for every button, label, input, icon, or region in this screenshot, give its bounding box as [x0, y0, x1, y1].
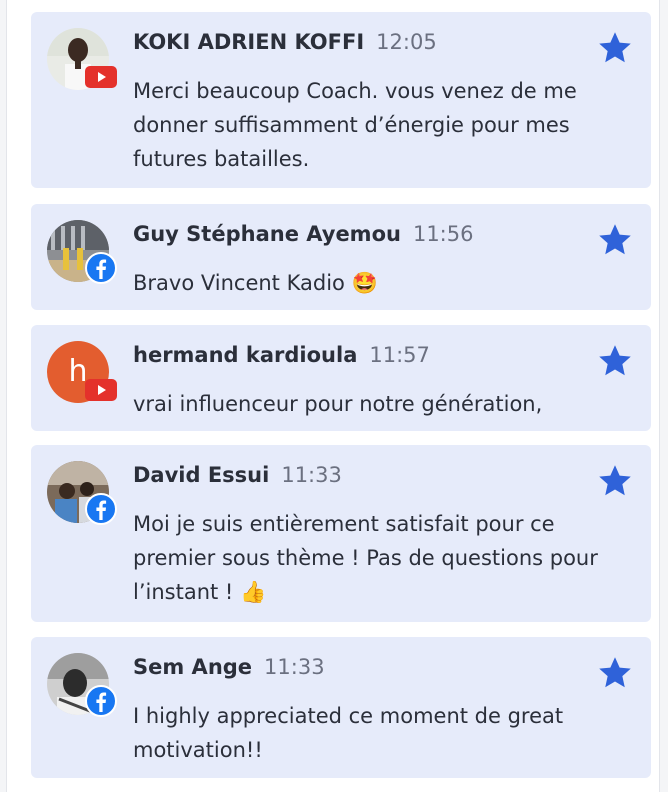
author-name: KOKI ADRIEN KOFFI: [133, 30, 365, 54]
comment-text: Bravo Vincent Kadio 🤩: [133, 271, 378, 295]
comment-author: David Essui 11:33: [133, 463, 342, 487]
star-icon[interactable]: [597, 30, 633, 66]
avatar: [47, 220, 117, 284]
facebook-icon: [85, 252, 117, 284]
facebook-icon: [85, 493, 117, 525]
avatar: [47, 461, 117, 525]
comment-text: Moi je suis entièrement satisfait pour c…: [133, 512, 598, 604]
author-name: Sem Ange: [133, 655, 253, 679]
comment-card[interactable]: h hermand kardioula 11:57 vrai influenceu…: [31, 325, 651, 431]
author-name: hermand kardioula: [133, 343, 358, 367]
author-name: David Essui: [133, 463, 270, 487]
comment-text: I highly appreciated ce moment de great …: [133, 704, 564, 762]
facebook-icon: [85, 685, 117, 717]
star-icon[interactable]: [597, 463, 633, 499]
avatar: h: [47, 341, 117, 403]
comment-author: Sem Ange 11:33: [133, 655, 325, 679]
comment-time: 11:33: [281, 463, 342, 487]
star-icon[interactable]: [597, 222, 633, 258]
comment-text: vrai influenceur pour notre génération,: [133, 392, 543, 416]
comment-text: Merci beaucoup Coach. vous venez de me d…: [133, 79, 577, 171]
comment-time: 11:56: [412, 222, 474, 246]
author-name: Guy Stéphane Ayemou: [133, 222, 401, 246]
comment-time: 11:33: [264, 655, 325, 679]
comment-author: hermand kardioula 11:57: [133, 343, 430, 367]
comment-time: 11:57: [369, 343, 430, 367]
avatar: [47, 653, 117, 717]
avatar: [47, 28, 117, 90]
star-icon[interactable]: [597, 655, 633, 691]
comments-panel: KOKI ADRIEN KOFFI 12:05 Merci beaucoup Co…: [6, 0, 660, 792]
comment-card[interactable]: David Essui 11:33 Moi je suis entièrement…: [31, 445, 651, 622]
youtube-icon: [85, 66, 117, 88]
comment-author: KOKI ADRIEN KOFFI 12:05: [133, 30, 437, 54]
comment-time: 12:05: [376, 30, 437, 54]
comment-card[interactable]: Guy Stéphane Ayemou 11:56 Bravo Vincent K…: [31, 204, 651, 310]
comment-card[interactable]: Sem Ange 11:33 I highly appreciated ce mo…: [31, 637, 651, 778]
comment-card[interactable]: KOKI ADRIEN KOFFI 12:05 Merci beaucoup Co…: [31, 12, 651, 188]
comment-author: Guy Stéphane Ayemou 11:56: [133, 222, 473, 246]
star-icon[interactable]: [597, 343, 633, 379]
youtube-icon: [85, 379, 117, 401]
